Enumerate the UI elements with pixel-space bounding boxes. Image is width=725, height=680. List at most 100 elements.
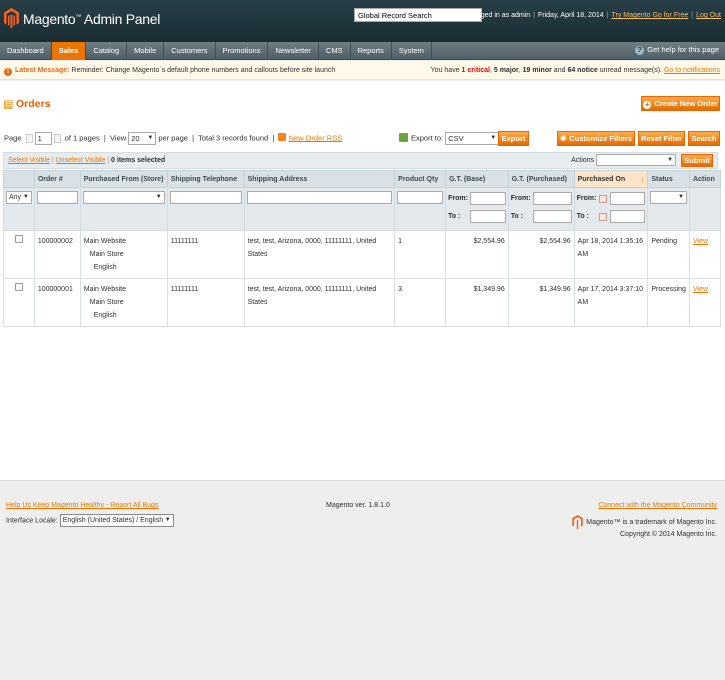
store-view: English (93, 312, 117, 319)
export-format-select[interactable]: CSV (445, 132, 500, 145)
filter-address-input[interactable] (246, 191, 393, 204)
col-shipping-telephone[interactable]: Shipping Telephone (166, 170, 245, 188)
search-button[interactable]: Search (688, 131, 720, 146)
nav-dashboard[interactable]: Dashboard (0, 42, 52, 60)
col-gt-base[interactable]: G.T. (Base) (445, 170, 509, 188)
notifications-link[interactable]: Go to notifications (664, 67, 720, 74)
view-order-link[interactable]: View (693, 286, 708, 293)
submit-button[interactable]: Submit (681, 153, 713, 167)
export-label: Export to: (411, 133, 444, 143)
create-new-order-button[interactable]: + Create New Order (641, 96, 720, 111)
nav-newsletter[interactable]: Newsletter (268, 42, 319, 60)
col-order-number[interactable]: Order # (33, 170, 81, 188)
filter-store-select[interactable] (82, 191, 165, 204)
notification-bar: ! Latest Message: Reminder: Change Magent… (0, 61, 725, 80)
actions-select[interactable] (596, 154, 677, 167)
counts-suffix: unread message(s). (599, 67, 663, 74)
actions-label: Actions (571, 157, 595, 164)
filter-gt-purchased-to-input[interactable] (532, 210, 572, 223)
col-shipping-address[interactable]: Shipping Address (243, 170, 396, 188)
logout-link[interactable]: Log Out (696, 12, 721, 19)
pager: Page 1 of 1 pages | View 20 per page | T… (4, 132, 342, 145)
orders-grid: Order # Purchased From (Store) Shipping … (3, 170, 722, 327)
purchased-on-to-label: To : (576, 213, 589, 220)
prev-page-arrow-icon[interactable] (25, 134, 33, 143)
main-content: Orders + Create New Order Page 1 of 1 pag… (0, 81, 725, 480)
try-magento-link[interactable]: Try Magento Go for Free (611, 12, 688, 19)
per-page-select[interactable]: 20 (128, 132, 157, 145)
page-label: Page (4, 133, 22, 143)
logo-subtitle: Admin Panel (83, 11, 161, 27)
per-page-label: per page (158, 133, 188, 143)
nav-cms[interactable]: CMS (319, 42, 351, 60)
notice-prefix: and (553, 67, 566, 74)
shipping-telephone: 11111111 (166, 278, 245, 327)
col-product-qty[interactable]: Product Qty (394, 170, 447, 188)
col-gt-purchased[interactable]: G.T. (Purchased) (507, 170, 575, 188)
page-number-input[interactable]: 1 (34, 132, 52, 145)
col-status[interactable]: Status (647, 170, 690, 188)
community-link[interactable]: Connect with the Magento Community (598, 502, 717, 509)
filter-purchased-on-from-input[interactable] (609, 192, 646, 205)
customize-filters-button[interactable]: ✹ Customize Filters (557, 131, 635, 146)
filter-purchased-on-to-input[interactable] (609, 210, 646, 223)
filter-telephone-input[interactable] (169, 191, 242, 204)
nav-system[interactable]: System (392, 42, 432, 60)
col-purchased-from[interactable]: Purchased From (Store) (79, 170, 168, 188)
calendar-icon[interactable] (598, 194, 607, 203)
critical-count: 1 critical (461, 67, 490, 74)
row-checkbox[interactable] (14, 235, 23, 243)
of-pages-text: of 1 pages (64, 133, 100, 143)
magento-logo-icon (572, 515, 584, 529)
alert-icon: ! (4, 68, 12, 76)
global-search-input[interactable]: Global Record Search (354, 8, 482, 22)
row-checkbox[interactable] (14, 283, 23, 291)
order-number: 100000001 (33, 278, 81, 327)
view-label: View (110, 133, 127, 143)
purchased-on: Apr 18, 2014 1:35:16 AM (573, 230, 649, 279)
nav-mobile[interactable]: Mobile (127, 42, 165, 60)
filter-qty-input[interactable] (397, 191, 444, 204)
select-visible-link[interactable]: Select Visible (8, 157, 50, 164)
header-user-info: Logged in as admin | Friday, April 18, 201… (469, 12, 721, 19)
gt-base-to-label: To : (448, 213, 461, 220)
status: Pending (647, 230, 690, 279)
view-order-link[interactable]: View (693, 238, 708, 245)
filter-gt-base-to-input[interactable] (470, 210, 506, 223)
page-title: Orders (16, 98, 51, 110)
latest-message-text: Reminder: Change Magento`s default phone… (71, 67, 336, 74)
create-new-order-label: Create New Order (654, 99, 718, 108)
nav-customers[interactable]: Customers (164, 42, 216, 60)
filter-massaction-select[interactable]: Any (6, 191, 32, 204)
nav-promotions[interactable]: Promotions (216, 42, 269, 60)
rss-icon (278, 133, 287, 142)
nav-sales[interactable]: Sales (51, 42, 87, 60)
filter-gt-purchased-from-input[interactable] (532, 192, 572, 205)
gt-purchased: $2,554.96 (507, 230, 575, 279)
gt-purchased-to-label: To : (510, 213, 524, 220)
nav-catalog[interactable]: Catalog (86, 42, 128, 60)
filter-gt-base-from-input[interactable] (470, 192, 506, 205)
nav-reports[interactable]: Reports (351, 42, 392, 60)
report-bugs-link[interactable]: Help Us Keep Magento Healthy - Report Al… (6, 502, 159, 509)
header-date: Friday, April 18, 2014 (538, 12, 604, 19)
export-button[interactable]: Export (498, 131, 529, 146)
minor-count: 19 minor (522, 67, 552, 74)
col-purchased-on[interactable]: Purchased On ↓ (573, 170, 649, 188)
massaction-actions: Actions Submit (571, 153, 713, 168)
locale-select[interactable]: English (United States) / English (59, 514, 174, 527)
next-page-arrow-icon[interactable] (53, 134, 61, 143)
help-link[interactable]: ? Get help for this page (635, 45, 719, 55)
table-row[interactable]: 100000001 Main Website Main Store English … (3, 278, 722, 327)
new-order-rss-link[interactable]: New Order RSS (288, 133, 342, 142)
gt-base: $1,349.96 (445, 278, 509, 327)
calendar-icon[interactable] (598, 212, 607, 221)
unselect-visible-link[interactable]: Unselect Visible (56, 157, 106, 164)
table-row[interactable]: 100000002 Main Website Main Store English … (3, 230, 722, 279)
reset-filter-button[interactable]: Reset Filter (638, 131, 685, 146)
filter-status-select[interactable] (650, 191, 687, 204)
store-name: Main Store (89, 251, 124, 258)
store-website: Main Website (83, 286, 127, 293)
filter-order-number-input[interactable] (36, 191, 78, 204)
major-count: 5 major (493, 67, 519, 74)
